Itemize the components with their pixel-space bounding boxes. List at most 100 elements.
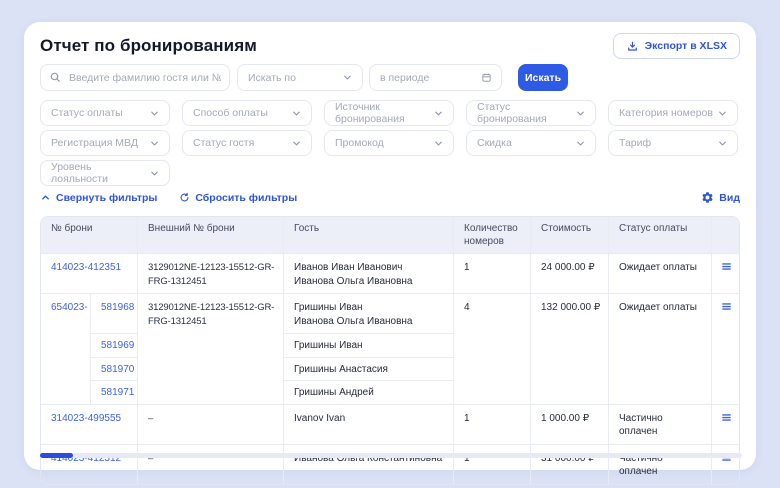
guest-name: Гришины Андрей (294, 386, 443, 400)
bookings-table: № брони Внешний № брони Гость Количество… (40, 216, 740, 485)
actions-cell (712, 294, 741, 405)
filter-label: Промокод (335, 137, 384, 149)
actions-cell (712, 444, 741, 484)
filter-label: Способ оплаты (193, 107, 268, 119)
horizontal-scrollbar-track[interactable] (40, 453, 742, 458)
chevron-down-icon (575, 108, 586, 119)
period-date-input[interactable]: в периоде (369, 64, 502, 91)
filter-payment-method[interactable]: Способ оплаты (182, 100, 312, 126)
filter-discount[interactable]: Скидка (466, 130, 596, 156)
view-settings-button[interactable]: Вид (701, 191, 740, 204)
guest-name: Иванова Ольга Ивановна (294, 275, 443, 289)
filter-row-3: Уровень лояльности (40, 160, 740, 186)
guest-cell: Гришины Анастасия (284, 357, 454, 381)
reset-filters-label: Сбросить фильтры (195, 192, 297, 204)
row-menu-icon (721, 412, 732, 423)
filter-row-1: Статус оплаты Способ оплаты Источник бро… (40, 100, 740, 126)
filter-booking-status[interactable]: Статус бронирования (466, 100, 596, 126)
chevron-down-icon (433, 138, 444, 149)
sub-booking-link[interactable]: 581969 (91, 334, 138, 358)
export-button-label: Экспорт в XLSX (645, 40, 727, 52)
filter-tariff[interactable]: Тариф (608, 130, 738, 156)
reset-filters-link[interactable]: Сбросить фильтры (179, 192, 297, 204)
calendar-icon (481, 72, 492, 83)
download-icon (626, 40, 639, 53)
filter-label: Статус гостя (193, 137, 254, 149)
sub-booking-link[interactable]: 581970 (91, 357, 138, 381)
filter-mvd-registration[interactable]: Регистрация МВД (40, 130, 170, 156)
row-menu-button[interactable] (721, 412, 732, 423)
row-menu-button[interactable] (721, 301, 732, 312)
chevron-down-icon (433, 108, 444, 119)
horizontal-scrollbar-thumb[interactable] (40, 453, 73, 458)
filter-label: Скидка (477, 137, 512, 149)
rooms-count: 1 (454, 444, 531, 484)
payment-status: Частично оплачен (609, 444, 712, 484)
guest-name: Ivanov Ivan (294, 412, 443, 426)
guest-name: Гришины Анастасия (294, 363, 443, 377)
filter-room-category[interactable]: Категория номеров (608, 100, 738, 126)
filter-label: Уровень лояльности (51, 161, 149, 185)
external-booking-no: 3129012NE-12123-15512-GR-FRG-1312451 (138, 294, 284, 405)
booking-link[interactable]: 654023- (41, 294, 91, 405)
filter-label: Статус оплаты (51, 107, 123, 119)
guest-name: Гришины Иван (294, 339, 443, 353)
booking-link[interactable]: 314023-499555 (41, 404, 138, 444)
column-header-booking-no: № брони (41, 217, 138, 254)
payment-status: Ожидает оплаты (609, 294, 712, 405)
guest-cell: Гришины Андрей (284, 381, 454, 405)
filter-guest-status[interactable]: Статус гостя (182, 130, 312, 156)
column-header-payment-status: Статус оплаты (609, 217, 712, 254)
rooms-count: 1 (454, 404, 531, 444)
filter-label: Регистрация МВД (51, 137, 138, 149)
column-header-guest: Гость (284, 217, 454, 254)
chevron-down-icon (149, 168, 160, 179)
guest-cell: Иванов Иван Иванович Иванова Ольга Ивано… (284, 254, 454, 294)
actions-cell (712, 404, 741, 444)
filter-label: Статус бронирования (477, 101, 575, 125)
cost-cell: 24 000.00 ₽ (531, 254, 609, 294)
filter-booking-source[interactable]: Источник бронирования (324, 100, 454, 126)
collapse-filters-label: Свернуть фильтры (56, 192, 157, 204)
column-header-cost: Стоимость (531, 217, 609, 254)
search-submit-button[interactable]: Искать (518, 64, 568, 91)
filter-row-2: Регистрация МВД Статус гостя Промокод Ск… (40, 130, 740, 156)
search-row: Искать по в периоде Искать (40, 64, 740, 91)
filter-loyalty-level[interactable]: Уровень лояльности (40, 160, 170, 186)
sub-booking-link[interactable]: 581971 (91, 381, 138, 405)
rooms-count: 4 (454, 294, 531, 405)
filter-promocode[interactable]: Промокод (324, 130, 454, 156)
sub-booking-link[interactable]: 581968 (91, 294, 138, 334)
search-by-label: Искать по (248, 72, 296, 84)
search-input[interactable] (40, 64, 230, 91)
booking-link[interactable]: 414023-412351 (41, 254, 138, 294)
booking-link[interactable]: 414023-412312 (41, 444, 138, 484)
collapse-filters-link[interactable]: Свернуть фильтры (40, 192, 157, 204)
row-menu-icon (721, 301, 732, 312)
external-booking-no: – (138, 404, 284, 444)
guest-cell: Ivanov Ivan (284, 404, 454, 444)
chevron-down-icon (291, 108, 302, 119)
chevron-down-icon (342, 72, 353, 83)
column-header-actions (712, 217, 741, 254)
filter-actions-row: Свернуть фильтры Сбросить фильтры Вид (40, 190, 740, 205)
gear-icon (701, 191, 714, 204)
guest-cell: Гришины Иван (284, 334, 454, 358)
cost-cell: 1 000.00 ₽ (531, 404, 609, 444)
filter-label: Источник бронирования (335, 101, 433, 125)
guest-name: Иванова Ольга Ивановна (294, 315, 443, 329)
rooms-count: 1 (454, 254, 531, 294)
table-row: 414023-412351 3129012NE-12123-15512-GR-F… (41, 254, 741, 294)
refresh-icon (179, 192, 190, 203)
export-xlsx-button[interactable]: Экспорт в XLSX (613, 33, 740, 59)
payment-status: Ожидает оплаты (609, 254, 712, 294)
guest-name: Гришины Иван (294, 301, 443, 315)
row-menu-button[interactable] (721, 261, 732, 272)
filter-label: Тариф (619, 137, 651, 149)
search-by-select[interactable]: Искать по (237, 64, 363, 91)
chevron-down-icon (291, 138, 302, 149)
filter-payment-status[interactable]: Статус оплаты (40, 100, 170, 126)
guest-name: Иванов Иван Иванович (294, 261, 443, 275)
table-row: 314023-499555 – Ivanov Ivan 1 1 000.00 ₽… (41, 404, 741, 444)
chevron-down-icon (575, 138, 586, 149)
